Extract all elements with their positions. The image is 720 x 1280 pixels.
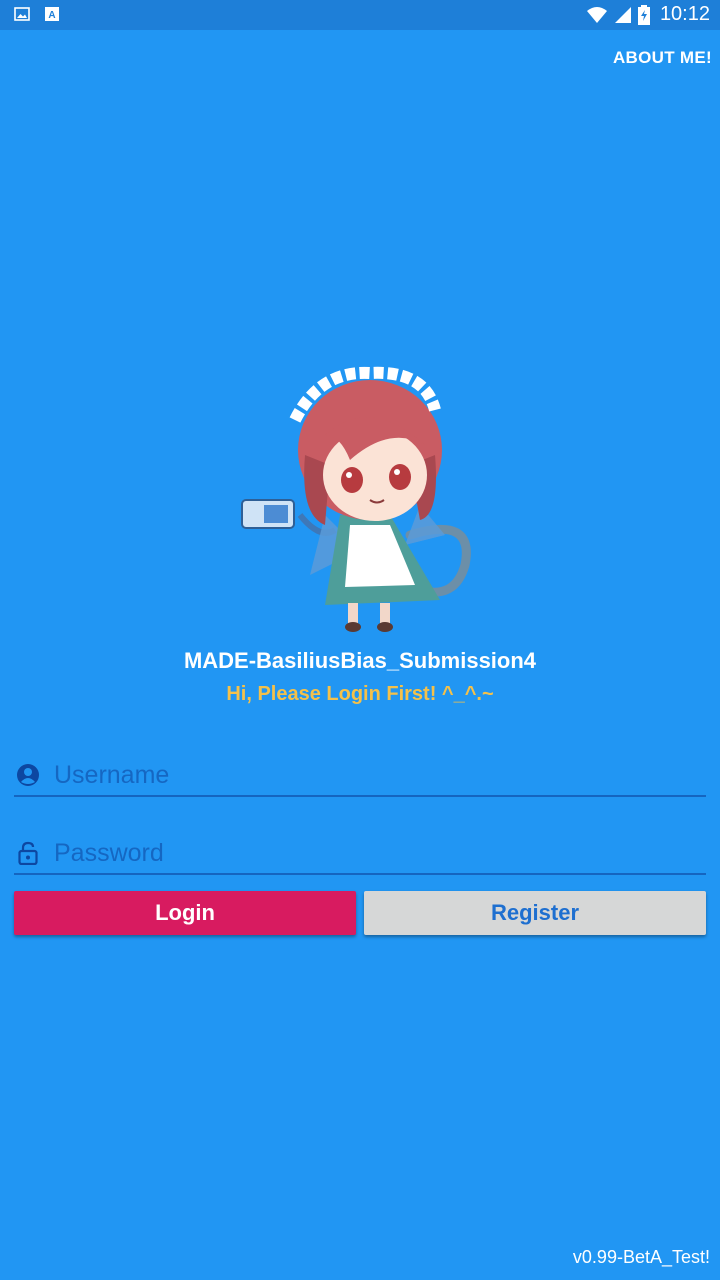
password-input[interactable] <box>52 833 696 873</box>
battery-icon <box>637 4 650 25</box>
password-field[interactable] <box>14 833 706 875</box>
user-icon <box>17 764 39 786</box>
version-label: v0.99-BetA_Test! <box>572 1247 710 1267</box>
status-time: 10:12 <box>659 3 710 25</box>
register-button[interactable]: Register <box>364 891 706 935</box>
lock-open-icon <box>18 841 38 865</box>
wifi-icon <box>586 6 607 23</box>
status-bar: A 10:12 <box>0 0 720 30</box>
login-button[interactable]: Login <box>14 891 356 935</box>
app-title: MADE-BasiliusBias_Submission4 <box>183 648 537 673</box>
signal-icon <box>614 6 631 23</box>
username-input[interactable] <box>52 755 696 795</box>
mascot-image <box>241 366 471 632</box>
text-a-icon: A <box>45 7 59 21</box>
image-icon <box>14 7 30 21</box>
status-bar-right-icons: 10:12 <box>586 3 710 26</box>
svg-text:A: A <box>48 10 55 21</box>
about-me-button[interactable]: ABOUT ME! <box>613 48 712 68</box>
status-bar-left-icons: A <box>14 6 60 22</box>
login-prompt: Hi, Please Login First! ^_^.~ <box>226 683 494 705</box>
username-field[interactable] <box>14 755 706 797</box>
